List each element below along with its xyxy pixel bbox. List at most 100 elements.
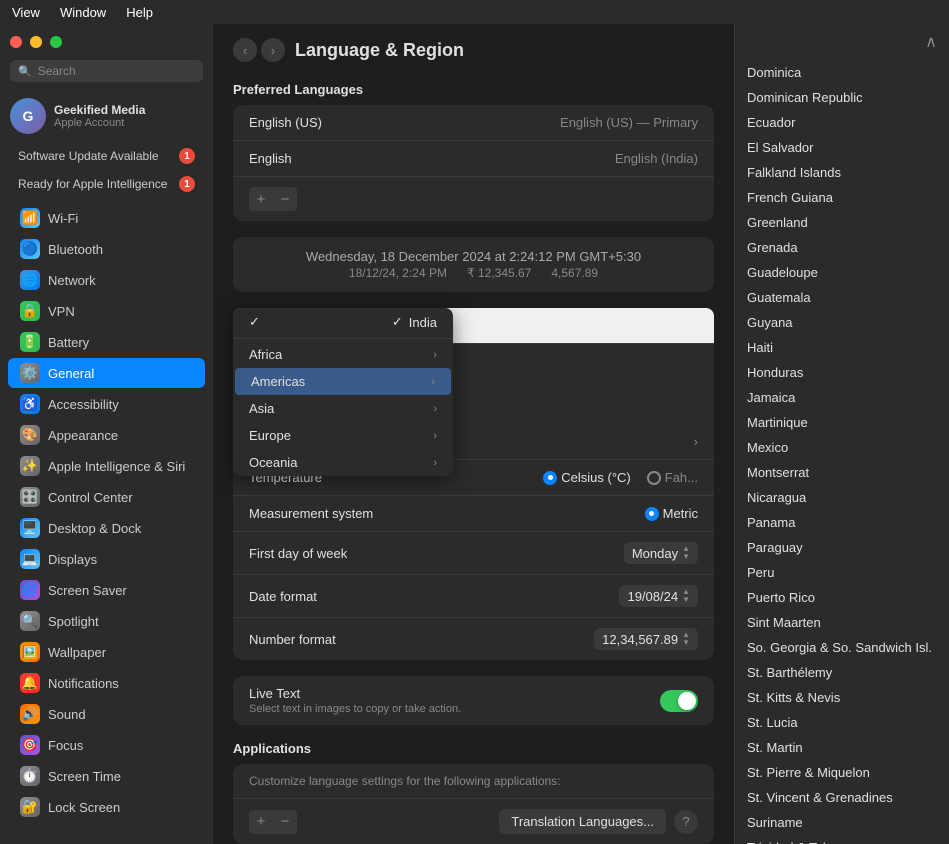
datetime-main: Wednesday, 18 December 2024 at 2:24:12 P… [245,249,702,264]
right-panel-item[interactable]: Haiti [735,335,949,360]
sidebar-item-sound[interactable]: 🔊 Sound [8,699,205,729]
right-panel-header[interactable]: ∧ [735,24,949,60]
help-button[interactable]: ? [674,810,698,834]
oceania-label: Oceania [249,455,297,470]
right-panel-item[interactable]: Ecuador [735,110,949,135]
close-button[interactable] [10,36,22,48]
right-panel-item[interactable]: Dominican Republic [735,85,949,110]
region-asia-option[interactable]: Asia › [233,395,453,422]
celsius-option[interactable]: Celsius (°C) [543,470,630,485]
numberformat-stepper[interactable]: 12,34,567.89 ▲ ▼ [594,628,698,650]
temperature-radio-group: Celsius (°C) Fah... [543,470,698,485]
sidebar-item-bluetooth[interactable]: 🔵 Bluetooth [8,234,205,264]
right-panel-item[interactable]: Puerto Rico [735,585,949,610]
region-europe-option[interactable]: Europe › [233,422,453,449]
right-panel-item[interactable]: Jamaica [735,385,949,410]
menubar-help[interactable]: Help [126,5,153,20]
right-panel-item[interactable]: St. Kitts & Nevis [735,685,949,710]
right-panel-item[interactable]: Falkland Islands [735,160,949,185]
control-icon: 🎛️ [20,487,40,507]
sidebar-item-screentime[interactable]: ⏱️ Screen Time [8,761,205,791]
right-panel-item[interactable]: Dominica [735,60,949,85]
right-panel-item[interactable]: Sint Maarten [735,610,949,635]
applications-add-remove: + − [249,810,297,834]
sidebar-label-wallpaper: Wallpaper [48,645,106,660]
search-box[interactable]: 🔍 [10,60,203,82]
right-panel-item[interactable]: St. Lucia [735,710,949,735]
metric-radio[interactable] [645,507,659,521]
right-panel-item[interactable]: Paraguay [735,535,949,560]
sidebar-item-vpn[interactable]: 🔒 VPN [8,296,205,326]
metric-option[interactable]: Metric [645,506,698,521]
add-app-button[interactable]: + [249,810,273,834]
sidebar-item-wallpaper[interactable]: 🖼️ Wallpaper [8,637,205,667]
right-panel-item[interactable]: So. Georgia & So. Sandwich Isl. [735,635,949,660]
right-panel-item[interactable]: Trinidad & Tobago [735,835,949,844]
right-panel-item[interactable]: Nicaragua [735,485,949,510]
sidebar-item-displays[interactable]: 💻 Displays [8,544,205,574]
stepper-down-icon[interactable]: ▼ [682,553,690,561]
right-panel-item[interactable]: Peru [735,560,949,585]
region-africa-option[interactable]: Africa › [233,341,453,368]
menubar-window[interactable]: Window [60,5,106,20]
forward-button[interactable]: › [261,38,285,62]
sidebar-item-spotlight[interactable]: 🔍 Spotlight [8,606,205,636]
right-panel-item[interactable]: French Guiana [735,185,949,210]
avatar: G [10,98,46,134]
menubar-view[interactable]: View [12,5,40,20]
minimize-button[interactable] [30,36,42,48]
right-panel-item[interactable]: Guatemala [735,285,949,310]
add-language-button[interactable]: + [249,187,273,211]
apple-intel-item[interactable]: Ready for Apple Intelligence 1 [10,172,203,196]
right-panel-item[interactable]: Guyana [735,310,949,335]
translation-languages-button[interactable]: Translation Languages... [499,809,666,834]
right-panel-item[interactable]: Suriname [735,810,949,835]
sidebar-item-screensaver[interactable]: 🌀 Screen Saver [8,575,205,605]
maximize-button[interactable] [50,36,62,48]
right-panel-item[interactable]: St. Barthélemy [735,660,949,685]
sidebar-item-battery[interactable]: 🔋 Battery [8,327,205,357]
region-oceania-option[interactable]: Oceania › [233,449,453,476]
dateformat-stepper-down-icon[interactable]: ▼ [682,596,690,604]
user-section[interactable]: G Geekified Media Apple Account [0,90,213,142]
right-panel-item[interactable]: St. Martin [735,735,949,760]
fahrenheit-option[interactable]: Fah... [647,470,698,485]
sidebar-item-general[interactable]: ⚙️ General [8,358,205,388]
right-panel-item[interactable]: Panama [735,510,949,535]
collapse-icon[interactable]: ∧ [925,32,937,52]
region-americas-option[interactable]: Americas › [235,368,451,395]
sidebar-item-notifications[interactable]: 🔔 Notifications [8,668,205,698]
right-panel-item[interactable]: Montserrat [735,460,949,485]
sidebar-item-wifi[interactable]: 📶 Wi-Fi [8,203,205,233]
sidebar-item-appearance[interactable]: 🎨 Appearance [8,420,205,450]
right-panel-item[interactable]: Martinique [735,410,949,435]
right-panel-item[interactable]: St. Vincent & Grenadines [735,785,949,810]
live-text-toggle[interactable] [660,690,698,712]
right-panel-item[interactable]: Grenada [735,235,949,260]
search-input[interactable] [38,64,195,78]
desktop-icon: 🖥️ [20,518,40,538]
dateformat-stepper[interactable]: 19/08/24 ▲ ▼ [619,585,698,607]
numberformat-stepper-down-icon[interactable]: ▼ [682,639,690,647]
firstday-stepper[interactable]: Monday ▲ ▼ [624,542,698,564]
right-panel-item[interactable]: Guadeloupe [735,260,949,285]
right-panel-item[interactable]: Honduras [735,360,949,385]
back-button[interactable]: ‹ [233,38,257,62]
sidebar-item-apple-intel[interactable]: ✨ Apple Intelligence & Siri [8,451,205,481]
remove-app-button[interactable]: − [273,810,297,834]
right-panel-item[interactable]: Mexico [735,435,949,460]
right-panel-item[interactable]: Greenland [735,210,949,235]
right-panel-item[interactable]: El Salvador [735,135,949,160]
sidebar-item-accessibility[interactable]: ♿ Accessibility [8,389,205,419]
sidebar-item-lockscreen[interactable]: 🔐 Lock Screen [8,792,205,822]
celsius-radio[interactable] [543,471,557,485]
software-update-item[interactable]: Software Update Available 1 [10,144,203,168]
remove-language-button[interactable]: − [273,187,297,211]
sidebar-item-network[interactable]: 🌐 Network [8,265,205,295]
fahrenheit-radio[interactable] [647,471,661,485]
sidebar-item-desktop[interactable]: 🖥️ Desktop & Dock [8,513,205,543]
right-panel-item[interactable]: St. Pierre & Miquelon [735,760,949,785]
region-india-option[interactable]: ✓India [233,308,453,336]
sidebar-item-control[interactable]: 🎛️ Control Center [8,482,205,512]
sidebar-item-focus[interactable]: 🎯 Focus [8,730,205,760]
